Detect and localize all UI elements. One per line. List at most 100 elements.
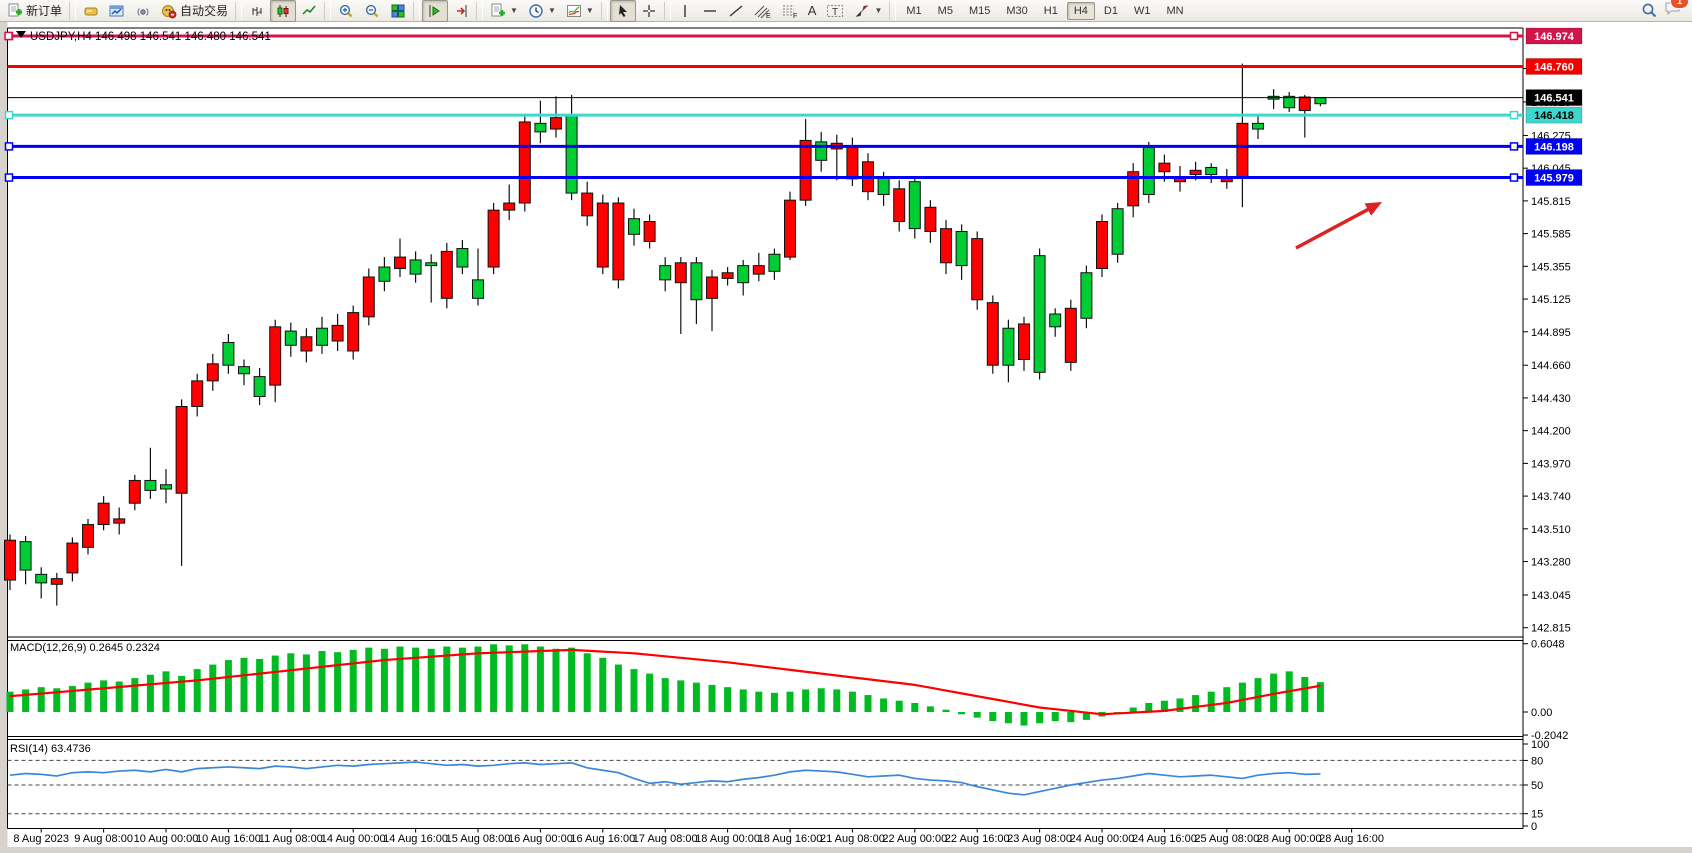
macd-histogram-bar [849, 692, 856, 712]
candle [878, 177, 889, 194]
macd-histogram-bar [1301, 677, 1308, 712]
line-chart-button[interactable] [296, 0, 322, 22]
auto-trading-label: 自动交易 [180, 2, 228, 19]
macd-histogram-bar [303, 654, 310, 712]
macd-histogram-bar [662, 678, 669, 712]
macd-histogram-bar [506, 645, 513, 712]
timeframe-D1[interactable]: D1 [1097, 2, 1125, 20]
time-axis-label: 24 Aug 16:00 [1132, 833, 1197, 845]
time-axis-label: 9 Aug 08:00 [74, 833, 133, 845]
candle [285, 331, 296, 345]
separator [69, 2, 76, 20]
chart-title: USDJPY,H4 146.498 146.541 146.480 146.54… [30, 31, 271, 43]
text-tool-button[interactable]: A [803, 0, 822, 22]
line-handle[interactable] [6, 112, 13, 119]
price-level-badge-text: 146.760 [1534, 61, 1574, 73]
line-handle[interactable] [1511, 143, 1518, 150]
channel-tool-button[interactable]: E [749, 0, 776, 22]
zoom-out-button[interactable] [359, 0, 385, 22]
macd-histogram-bar [771, 693, 778, 712]
signals-button[interactable] [130, 0, 156, 22]
candle [254, 377, 265, 397]
label-tool-icon: T [826, 3, 844, 19]
time-axis-label: 14 Aug 00:00 [321, 833, 386, 845]
macd-histogram-bar [989, 712, 996, 721]
line-handle[interactable] [6, 174, 13, 181]
indicators-button[interactable]: ▼ [485, 0, 523, 22]
timeframe-H4[interactable]: H4 [1067, 2, 1095, 20]
timeframe-W1[interactable]: W1 [1127, 2, 1158, 20]
macd-histogram-bar [958, 712, 965, 714]
time-axis-label: 17 Aug 08:00 [633, 833, 698, 845]
candle [1034, 256, 1045, 373]
cursor-tool-button[interactable] [610, 0, 636, 22]
price-chart[interactable]: 146.745146.510146.275146.045145.815145.5… [0, 22, 1692, 853]
time-axis-label: 28 Aug 00:00 [1257, 833, 1322, 845]
candlestick-chart-button[interactable] [270, 0, 296, 22]
line-handle[interactable] [1511, 174, 1518, 181]
timeframe-M15[interactable]: M15 [962, 2, 997, 20]
timeframe-MN[interactable]: MN [1159, 2, 1190, 20]
timeframe-M1[interactable]: M1 [899, 2, 928, 20]
candle [83, 525, 94, 548]
notifications-button[interactable]: 1 [1664, 0, 1682, 21]
price-tick-label: 145.125 [1531, 294, 1571, 306]
fibonacci-tool-button[interactable]: F [776, 0, 803, 22]
separator [324, 2, 331, 20]
line-chart-icon [301, 3, 317, 19]
candle [114, 519, 125, 523]
vertical-line-tool-button[interactable] [673, 0, 697, 22]
templates-button[interactable]: ▼ [561, 0, 599, 22]
svg-text:E: E [766, 13, 771, 19]
zoom-out-icon [364, 3, 380, 19]
line-handle[interactable] [1511, 112, 1518, 119]
zoom-in-button[interactable] [333, 0, 359, 22]
candle [660, 266, 671, 280]
macd-axis-label: 0.00 [1531, 707, 1552, 719]
macd-histogram-bar [365, 648, 372, 712]
line-handle[interactable] [5, 33, 12, 40]
auto-trading-button[interactable]: 自动交易 [156, 0, 233, 22]
time-axis-label: 16 Aug 16:00 [570, 833, 635, 845]
candle [161, 485, 172, 489]
candle [36, 574, 47, 583]
periods-button[interactable]: ▼ [523, 0, 561, 22]
market-watch-button[interactable] [78, 0, 104, 22]
search-icon[interactable] [1641, 2, 1658, 19]
candle [551, 118, 562, 129]
macd-histogram-bar [225, 660, 232, 712]
bar-chart-button[interactable] [244, 0, 270, 22]
chart-shift-button[interactable] [448, 0, 474, 22]
candle [707, 277, 718, 298]
arrows-tool-button[interactable]: ▼ [849, 0, 887, 22]
chart-window-button[interactable] [104, 0, 130, 22]
auto-scroll-button[interactable] [422, 0, 448, 22]
price-tick-label: 143.510 [1531, 524, 1571, 536]
macd-histogram-bar [163, 671, 170, 712]
trendline-tool-button[interactable] [723, 0, 749, 22]
macd-histogram-bar [724, 687, 731, 712]
candle [519, 122, 530, 203]
candle [691, 263, 702, 300]
crosshair-tool-button[interactable] [636, 0, 662, 22]
tile-windows-icon [390, 3, 406, 19]
macd-histogram-bar [927, 706, 934, 712]
macd-histogram-bar [709, 685, 716, 712]
line-handle[interactable] [6, 143, 13, 150]
timeframe-M5[interactable]: M5 [931, 2, 960, 20]
line-handle[interactable] [1511, 33, 1518, 40]
label-tool-button[interactable]: T [821, 0, 849, 22]
price-level-badge-text: 146.198 [1534, 141, 1574, 153]
time-axis-label: 18 Aug 00:00 [695, 833, 760, 845]
price-level-badge-text: 145.979 [1534, 173, 1574, 185]
time-axis-label: 14 Aug 16:00 [383, 833, 448, 845]
new-order-button[interactable]: 新订单 [2, 0, 67, 22]
horizontal-line-tool-button[interactable] [697, 0, 723, 22]
crosshair-icon [641, 3, 657, 19]
timeframe-M30[interactable]: M30 [999, 2, 1034, 20]
tile-windows-button[interactable] [385, 0, 411, 22]
timeframe-H1[interactable]: H1 [1037, 2, 1065, 20]
candle [441, 251, 452, 298]
time-axis-label: 22 Aug 00:00 [882, 833, 947, 845]
candle [379, 267, 390, 281]
